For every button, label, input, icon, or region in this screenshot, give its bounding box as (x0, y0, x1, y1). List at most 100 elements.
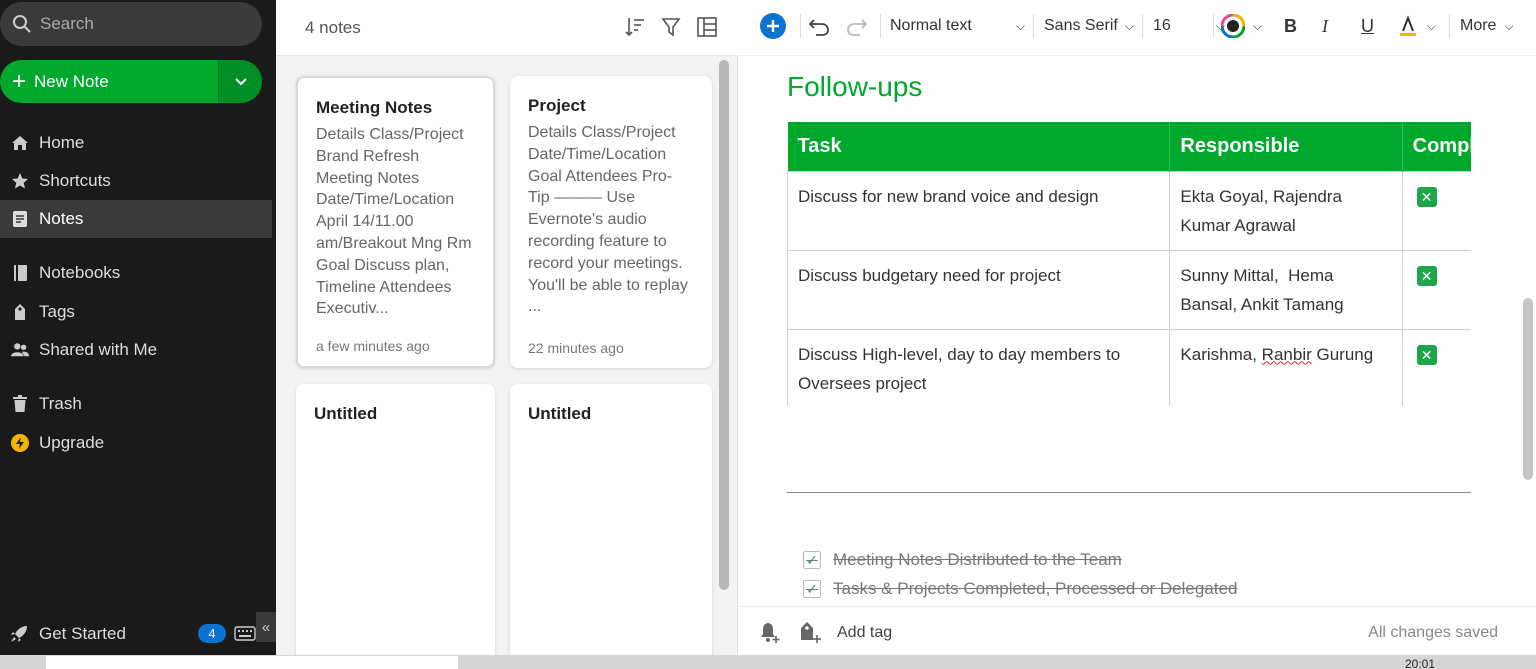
save-status: All changes saved (1368, 624, 1498, 641)
table-cell[interactable]: Discuss for new brand voice and design (787, 170, 1171, 251)
note-list: 4 notes Meeting Notes Details Class/Proj… (276, 0, 738, 664)
sidebar-item-tags[interactable]: Tags (0, 293, 272, 331)
table-cell[interactable]: Discuss High-level, day to day members t… (787, 328, 1171, 406)
note-card[interactable]: Meeting Notes Details Class/Project Bran… (296, 76, 495, 368)
font-family-select[interactable]: Sans Serif ⌵ (1044, 0, 1134, 52)
reminder-bell-icon[interactable] (757, 620, 781, 644)
taskbar-search[interactable] (46, 656, 458, 669)
sidebar-item-label: Home (39, 133, 85, 152)
search-icon (13, 15, 31, 33)
bold-button[interactable]: B (1284, 0, 1297, 52)
editor-toolbar: Normal text ⌵ Sans Serif ⌵ 16 ⌵ ⌵ B I U … (739, 0, 1536, 56)
note-card[interactable]: Untitled (296, 384, 495, 664)
table-cell[interactable]: ✕ (1401, 328, 1471, 406)
note-card[interactable]: Project Details Class/Project Date/Time/… (510, 76, 712, 368)
more-label: More (1460, 17, 1497, 34)
upgrade-icon (11, 434, 29, 452)
sidebar-item-home[interactable]: Home (0, 124, 272, 162)
sidebar-item-trash[interactable]: Trash (0, 385, 272, 423)
add-tag-field[interactable]: Add tag (837, 624, 892, 642)
sidebar-item-shortcuts[interactable]: Shortcuts (0, 162, 272, 200)
os-taskbar: 20:01 (0, 655, 1536, 669)
table-row: Discuss budgetary need for project Sunny… (787, 249, 1471, 330)
insert-button[interactable] (759, 0, 787, 52)
undo-icon (808, 19, 829, 36)
highlight-button[interactable]: ⌵ (1399, 0, 1436, 52)
table-cell[interactable]: Karishma, Ranbir Gurung (1169, 328, 1403, 406)
checked-checkbox[interactable]: ✓ (803, 551, 821, 569)
sidebar-item-label: Upgrade (39, 433, 105, 452)
completed-checkbox[interactable]: ✕ (1416, 187, 1437, 207)
chevron-down-icon (234, 77, 247, 85)
responsible-text: Karishma, (1180, 344, 1262, 364)
underline-button[interactable]: U (1361, 0, 1374, 52)
sidebar-item-shared[interactable]: Shared with Me (0, 331, 272, 369)
editor-scrollbar[interactable] (1523, 298, 1533, 480)
followups-table[interactable]: Task Responsible Completed Discuss for n… (787, 122, 1471, 406)
table-cell[interactable]: ✕ (1401, 249, 1471, 330)
checklist-item[interactable]: ✓ Tasks & Projects Completed, Processed … (803, 579, 1237, 599)
table-cell[interactable]: Sunny Mittal, Hema Bansal, Ankit Tamang (1169, 249, 1403, 330)
notebook-icon (11, 264, 29, 282)
bold-icon: B (1284, 15, 1297, 36)
table-header-responsible: Responsible (1169, 122, 1403, 171)
note-list-scrollbar[interactable] (719, 60, 729, 590)
view-options-button[interactable] (696, 15, 718, 39)
people-icon (11, 341, 29, 359)
highlighter-icon (1400, 15, 1416, 36)
keyboard-icon[interactable] (234, 624, 256, 642)
note-snippet: Details Class/Project Brand Refresh Meet… (316, 126, 472, 318)
chevron-down-icon: ⌵ (1427, 18, 1437, 33)
editor-footer: Add tag All changes saved (739, 606, 1536, 655)
grid-view-icon (697, 17, 717, 37)
checklist-text: Tasks & Projects Completed, Processed or… (833, 579, 1238, 598)
chevron-down-icon: ⌵ (1015, 18, 1025, 33)
collapse-sidebar-button[interactable]: « (256, 612, 276, 642)
new-note-label: New Note (34, 71, 109, 91)
sidebar-item-notes[interactable]: Notes (0, 200, 272, 238)
text-color-button[interactable]: ⌵ (1221, 0, 1262, 52)
note-title: Untitled (528, 404, 592, 423)
more-button[interactable]: More ⌵ (1460, 0, 1514, 52)
note-date: 22 minutes ago (528, 340, 624, 356)
redo-icon (847, 19, 868, 36)
horizontal-divider (787, 492, 1471, 493)
chevron-down-icon: ⌵ (1253, 18, 1263, 33)
note-card[interactable]: Untitled (510, 384, 712, 664)
checklist-text: Meeting Notes Distributed to the Team (833, 550, 1122, 569)
filter-button[interactable] (660, 15, 682, 39)
completed-checkbox[interactable]: ✕ (1416, 266, 1437, 286)
note-snippet: Details Class/Project Date/Time/Location… (528, 124, 688, 316)
sidebar-item-notebooks[interactable]: Notebooks (0, 254, 272, 292)
misspelled-word: Ranbir (1261, 344, 1312, 364)
note-list-header: 4 notes (276, 0, 738, 56)
sidebar-item-label: Shortcuts (39, 171, 111, 190)
underline-icon: U (1361, 15, 1374, 36)
checked-checkbox[interactable]: ✓ (803, 580, 821, 598)
new-note-dropdown-button[interactable] (218, 60, 262, 103)
checklist-item[interactable]: ✓ Meeting Notes Distributed to the Team (803, 550, 1122, 570)
paragraph-style-select[interactable]: Normal text ⌵ (890, 0, 1025, 52)
sort-icon (625, 18, 644, 37)
font-size-value: 16 (1153, 17, 1171, 34)
color-wheel-icon (1221, 14, 1245, 38)
font-size-select[interactable]: 16 ⌵ (1153, 0, 1225, 52)
note-count: 4 notes (305, 18, 361, 37)
table-cell[interactable]: Discuss budgetary need for project (787, 249, 1171, 330)
sidebar-item-label: Notes (39, 209, 84, 228)
search-input[interactable]: Search (0, 2, 262, 46)
sort-button[interactable] (624, 15, 646, 39)
note-icon (11, 210, 29, 228)
add-tag-icon[interactable] (797, 620, 821, 644)
note-editor[interactable]: Follow-ups Task Responsible Completed Di… (739, 57, 1536, 605)
sidebar-item-upgrade[interactable]: Upgrade (0, 424, 272, 462)
italic-button[interactable]: I (1322, 0, 1328, 52)
new-note-button[interactable]: + New Note (0, 60, 262, 103)
undo-button[interactable] (808, 0, 830, 52)
home-icon (11, 134, 29, 152)
table-cell[interactable]: Ekta Goyal, Rajendra Kumar Agrawal (1169, 170, 1403, 251)
redo-button[interactable] (846, 0, 868, 52)
completed-checkbox[interactable]: ✕ (1416, 345, 1437, 365)
taskbar-clock: 20:01 (1405, 657, 1436, 669)
table-cell[interactable]: ✕ (1401, 170, 1471, 251)
